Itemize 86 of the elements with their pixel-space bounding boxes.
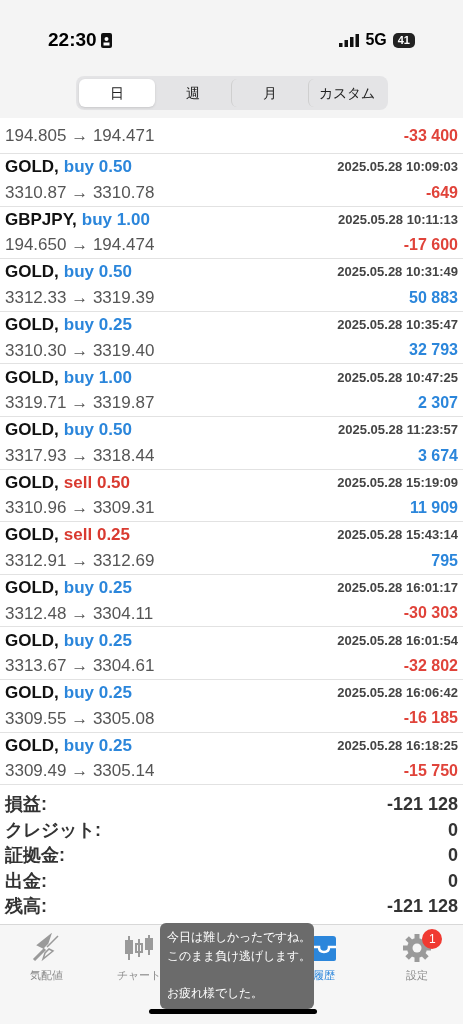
price-range: 3310.96 → 3309.31 — [5, 497, 155, 520]
summary-label: 損益: — [5, 793, 47, 817]
period-tab[interactable]: 月 — [230, 79, 308, 107]
order-type: buy 0.50 — [63, 261, 132, 284]
price-range: 3310.30 → 3319.40 — [5, 339, 155, 362]
trade-time: 2025.05.28 10:47:25 — [337, 368, 458, 387]
order-type: sell 0.50 — [63, 471, 130, 494]
symbol-label: GOLD, — [5, 366, 59, 389]
period-tab[interactable]: カスタム — [307, 79, 385, 107]
toast-text: お疲れ様でした。 — [167, 986, 264, 1001]
symbol-label: GOLD, — [5, 156, 59, 179]
profit-value: 11 909 — [409, 498, 458, 519]
order-type: buy 1.00 — [63, 366, 132, 389]
price-range: 3312.33 → 3319.39 — [5, 287, 155, 309]
symbol-label: GOLD, — [5, 577, 59, 600]
profit-value: -30 303 — [403, 603, 458, 624]
summary-label: 残高: — [5, 895, 47, 919]
symbol-label: GOLD, — [5, 314, 59, 337]
order-type: sell 0.25 — [63, 524, 130, 547]
order-type: buy 0.50 — [63, 156, 132, 179]
profit-value: -16 185 — [403, 708, 458, 729]
trade-time: 2025.05.28 10:11:13 — [338, 210, 458, 229]
profit-value: -649 — [425, 182, 458, 203]
summary-value: -121 128 — [386, 895, 458, 919]
symbol-label: GOLD, — [5, 261, 59, 284]
order-type: buy 0.25 — [63, 577, 132, 600]
trade-time: 2025.05.28 10:31:49 — [337, 263, 458, 282]
trade-time: 2025.05.28 10:09:03 — [337, 158, 458, 177]
symbol-label: GOLD, — [5, 682, 59, 705]
summary-value: 0 — [448, 869, 458, 893]
summary-value: 0 — [448, 844, 458, 868]
price-range: 194.650 → 194.474 — [5, 234, 155, 257]
id-card-icon — [100, 32, 112, 48]
signal-icon — [339, 33, 360, 47]
profit-value: -33 400 — [403, 125, 458, 146]
trade-time: 2025.05.28 15:19:09 — [337, 473, 458, 492]
profit-value: 32 793 — [409, 340, 458, 361]
trade-time: 2025.05.28 11:23:57 — [338, 421, 458, 440]
profit-value: 795 — [431, 550, 458, 571]
candlestick-icon — [123, 932, 154, 963]
profit-value: -17 600 — [403, 235, 458, 256]
arrows-icon — [31, 932, 62, 963]
price-range: 3312.48 → 3304.11 — [5, 602, 154, 625]
price-range: 194.805 → 194.471 — [5, 124, 155, 147]
summary-value: 0 — [448, 818, 458, 842]
order-type: buy 0.25 — [63, 734, 132, 757]
network-label: 5G — [365, 30, 387, 50]
battery-indicator: 41 — [392, 32, 415, 48]
trade-time: 2025.05.28 10:35:47 — [337, 316, 458, 335]
toast-text: 今日は難しかったですね。 このまま負け逃げします。 — [167, 930, 307, 964]
summary-value: -121 128 — [386, 793, 458, 817]
price-range: 3309.49 → 3305.14 — [5, 760, 155, 783]
order-type: buy 0.25 — [63, 682, 132, 705]
trade-time: 2025.05.28 16:01:54 — [337, 631, 458, 650]
trade-time: 2025.05.28 16:18:25 — [337, 736, 458, 755]
price-range: 3313.67 → 3304.61 — [5, 655, 155, 678]
price-range: 3309.55 → 3305.08 — [5, 707, 155, 730]
profit-value: 2 307 — [417, 392, 458, 413]
status-time: 22:30 — [48, 27, 97, 52]
order-type: buy 0.25 — [63, 629, 132, 652]
symbol-label: GOLD, — [5, 524, 59, 547]
symbol-label: GOLD, — [5, 629, 59, 652]
profit-value: -15 750 — [403, 761, 458, 782]
notification-badge: 1 — [422, 928, 443, 949]
trade-time: 2025.05.28 16:01:17 — [337, 579, 458, 598]
period-tab[interactable]: 週 — [154, 79, 231, 107]
trade-time: 2025.05.28 16:06:42 — [337, 684, 458, 703]
profit-value: 50 883 — [409, 287, 458, 308]
trade-time: 2025.05.28 15:43:14 — [337, 526, 458, 545]
symbol-label: GOLD, — [5, 419, 59, 442]
order-type: buy 0.50 — [63, 419, 132, 442]
symbol-label: GBPJPY, — [5, 208, 77, 231]
symbol-label: GOLD, — [5, 471, 59, 494]
summary-label: 出金: — [5, 869, 47, 893]
price-range: 3312.91 → 3312.69 — [5, 549, 155, 572]
summary-label: クレジット: — [5, 818, 101, 842]
profit-value: 3 674 — [417, 445, 458, 466]
order-type: buy 0.25 — [63, 314, 132, 337]
order-type: buy 1.00 — [81, 208, 150, 231]
summary-label: 証拠金: — [5, 844, 65, 868]
period-tab[interactable]: 日 — [78, 79, 155, 107]
price-range: 3319.71 → 3319.87 — [5, 392, 155, 415]
price-range: 3310.87 → 3310.78 — [5, 181, 155, 204]
symbol-label: GOLD, — [5, 734, 59, 757]
price-range: 3317.93 → 3318.44 — [5, 444, 155, 467]
profit-value: -32 802 — [403, 655, 458, 676]
